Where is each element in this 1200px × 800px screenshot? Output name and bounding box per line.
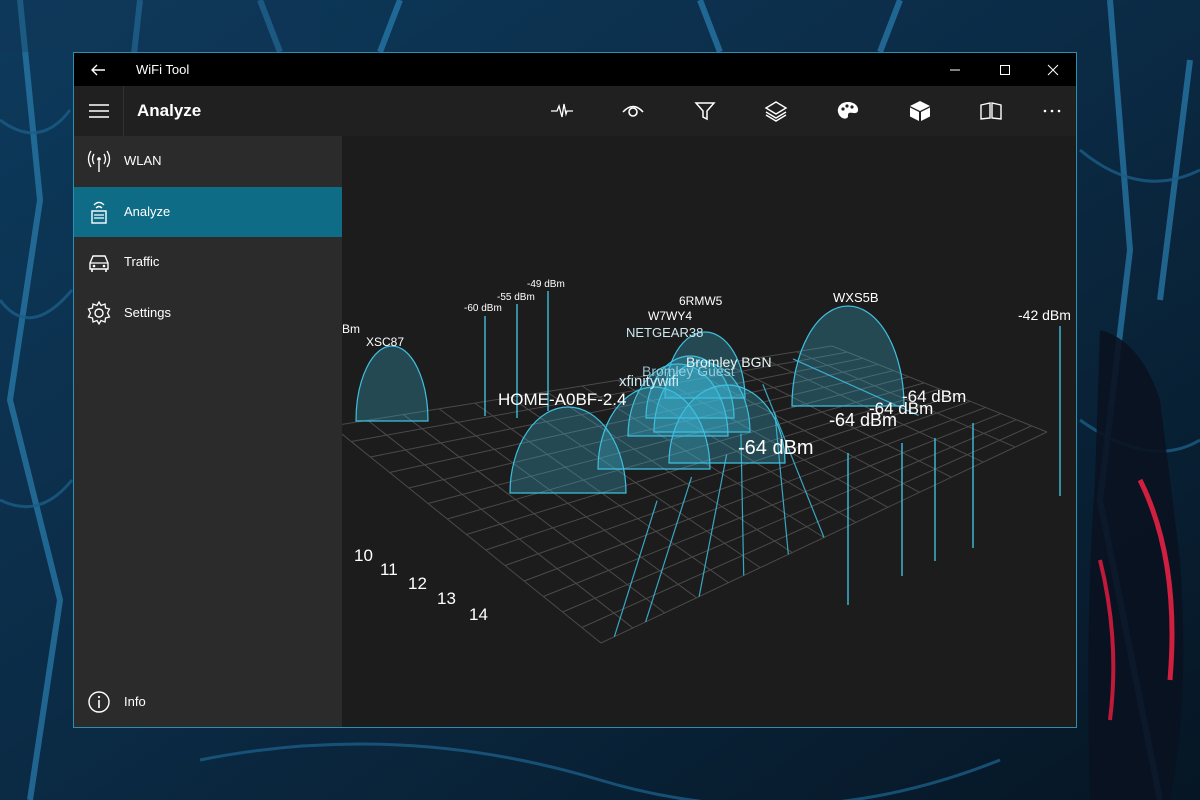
layers-button[interactable] bbox=[756, 92, 796, 130]
minimize-icon bbox=[950, 69, 960, 70]
car-icon bbox=[89, 255, 109, 272]
close-icon bbox=[1047, 64, 1059, 75]
back-button[interactable] bbox=[88, 60, 108, 80]
palette-icon bbox=[837, 102, 859, 119]
app-window: WiFi Tool Analyze WLAN Analyze Traffic S… bbox=[73, 52, 1077, 728]
info-icon bbox=[88, 691, 110, 713]
signal-label: -64 dBm bbox=[738, 437, 814, 459]
back-arrow-icon bbox=[91, 64, 105, 76]
signal-label: -42 dBm bbox=[1018, 307, 1071, 323]
eye-button[interactable] bbox=[613, 92, 653, 130]
network-label: HOME-A0BF-2.4 bbox=[498, 390, 626, 409]
hamburger-icon bbox=[88, 104, 109, 118]
network-dome[interactable] bbox=[355, 345, 429, 422]
sidebar-item-label: WLAN bbox=[124, 153, 162, 168]
sidebar-item-wlan[interactable]: WLAN bbox=[74, 136, 342, 186]
window-title: WiFi Tool bbox=[136, 62, 190, 77]
network-floor-line bbox=[613, 500, 658, 637]
network-floor-line bbox=[645, 476, 693, 623]
title-bar: WiFi Tool bbox=[74, 53, 1076, 86]
maximize-button[interactable] bbox=[982, 53, 1028, 86]
more-icon bbox=[1043, 109, 1061, 113]
more-button[interactable] bbox=[1032, 92, 1072, 130]
network-label: NETGEAR38 bbox=[626, 325, 703, 340]
network-label: XSC87 bbox=[366, 335, 404, 349]
analyze-chart-area: 10 11 12 13 14 XSC87 6RMW5 W7WY4 NETGEAR… bbox=[342, 136, 1076, 727]
channel-label: 13 bbox=[437, 589, 456, 608]
app-bar: Analyze bbox=[74, 86, 1076, 136]
sidebar-item-label: Analyze bbox=[124, 204, 171, 219]
sidebar-item-info[interactable]: Info bbox=[74, 677, 342, 727]
channel-graph-3d[interactable]: 10 11 12 13 14 XSC87 6RMW5 W7WY4 NETGEAR… bbox=[342, 136, 1076, 727]
router-icon bbox=[91, 201, 107, 224]
channel-label: 12 bbox=[408, 574, 427, 593]
book-button[interactable] bbox=[971, 92, 1011, 130]
network-label: 6RMW5 bbox=[679, 294, 723, 308]
sidebar: WLAN Analyze Traffic Settings Info bbox=[74, 136, 342, 727]
network-label: WXS5B bbox=[833, 290, 879, 305]
cube-icon bbox=[910, 101, 930, 121]
channel-label: 10 bbox=[354, 546, 373, 565]
book-icon bbox=[980, 102, 1002, 120]
cube-button[interactable] bbox=[900, 92, 940, 130]
menu-button[interactable] bbox=[74, 86, 124, 136]
close-button[interactable] bbox=[1030, 53, 1076, 86]
eye-icon bbox=[622, 105, 644, 117]
pulse-button[interactable] bbox=[542, 92, 582, 130]
channel-label: 11 bbox=[380, 560, 398, 579]
channel-label: 14 bbox=[469, 605, 488, 624]
sidebar-item-label: Info bbox=[124, 694, 146, 709]
sidebar-item-analyze[interactable]: Analyze bbox=[74, 187, 342, 237]
signal-label: -55 dBm bbox=[497, 292, 535, 303]
minimize-button[interactable] bbox=[932, 53, 978, 86]
palette-button[interactable] bbox=[828, 92, 868, 130]
pulse-icon bbox=[551, 103, 573, 118]
layers-icon bbox=[764, 101, 788, 122]
signal-label: Bm bbox=[342, 322, 360, 336]
sidebar-item-label: Settings bbox=[124, 305, 171, 320]
antenna-icon bbox=[87, 150, 111, 172]
gear-icon bbox=[87, 300, 111, 326]
network-floor-line bbox=[698, 454, 728, 597]
page-title: Analyze bbox=[137, 101, 202, 120]
sidebar-item-traffic[interactable]: Traffic bbox=[74, 237, 342, 287]
network-dome[interactable] bbox=[791, 305, 905, 407]
maximize-icon bbox=[1000, 64, 1010, 75]
signal-label: -64 dBm bbox=[829, 410, 897, 430]
signal-label: -49 dBm bbox=[527, 279, 565, 290]
network-label: xfinitywifi bbox=[619, 373, 679, 390]
filter-icon bbox=[694, 102, 716, 121]
filter-button[interactable] bbox=[685, 92, 725, 130]
sidebar-item-label: Traffic bbox=[124, 254, 160, 269]
network-label: W7WY4 bbox=[648, 309, 692, 323]
signal-label: -60 dBm bbox=[464, 303, 502, 314]
sidebar-item-settings[interactable]: Settings bbox=[74, 288, 342, 338]
